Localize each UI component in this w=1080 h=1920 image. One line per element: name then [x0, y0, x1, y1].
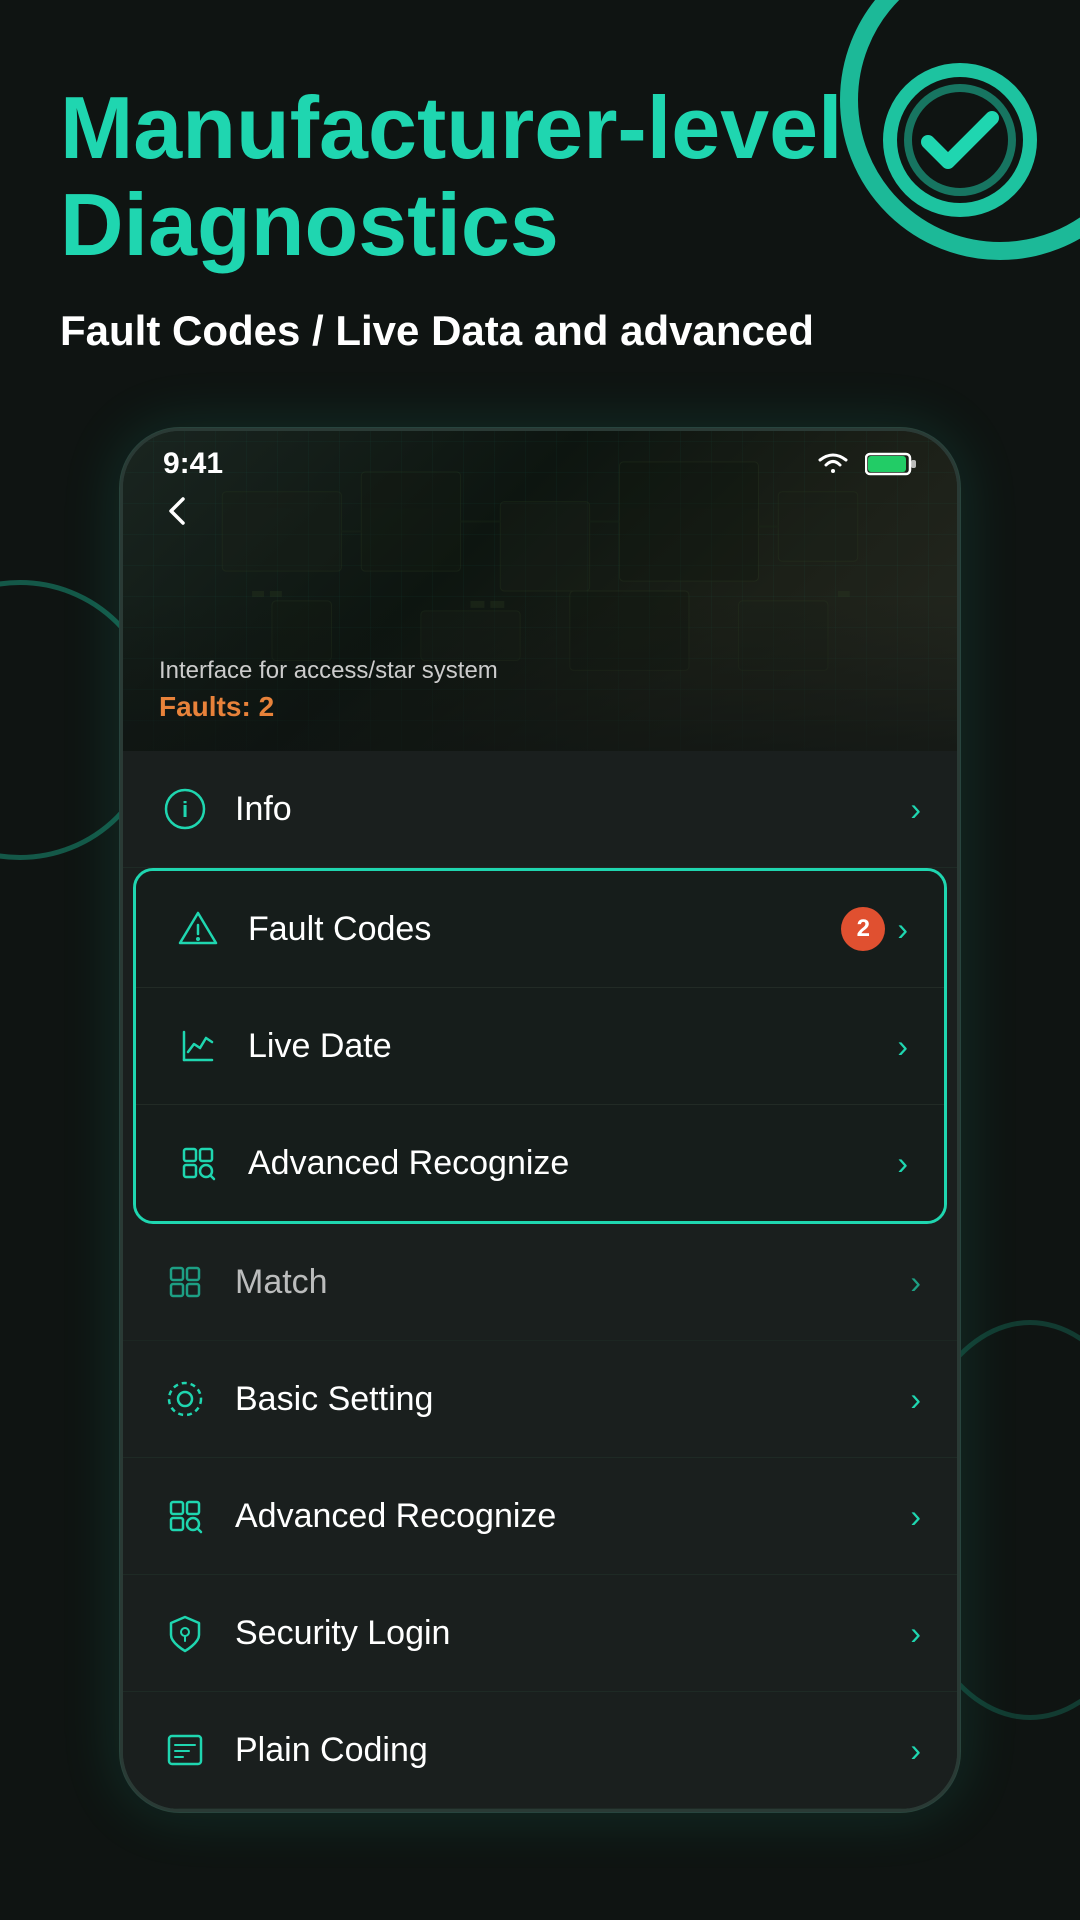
menu-label-plain-coding: Plain Coding [235, 1731, 910, 1770]
chevron-icon: › [910, 1381, 921, 1418]
scan-icon [172, 1137, 224, 1189]
menu-label-info: Info [235, 790, 910, 829]
menu-item-security-login[interactable]: Security Login › [123, 1575, 957, 1692]
menu-item-fault-codes[interactable]: Fault Codes 2 › [136, 871, 944, 988]
chevron-icon: › [910, 1615, 921, 1652]
menu-label-security-login: Security Login [235, 1614, 910, 1653]
scan-icon-2 [159, 1490, 211, 1542]
settings-icon [159, 1373, 211, 1425]
menu-item-advanced-recognize-2[interactable]: Advanced Recognize › [123, 1458, 957, 1575]
status-time: 9:41 [163, 447, 223, 481]
chevron-icon: › [897, 1028, 908, 1065]
wifi-icon [815, 451, 851, 477]
main-title: Manufacturer-level Diagnostics [60, 80, 1020, 274]
back-button[interactable] [149, 481, 209, 541]
menu-item-basic-setting[interactable]: Basic Setting › [123, 1341, 957, 1458]
chart-icon [172, 1020, 224, 1072]
info-icon: i [159, 783, 211, 835]
hero-faults-text: Faults: 2 [159, 691, 498, 723]
menu-label-live-date: Live Date [248, 1027, 897, 1066]
status-bar: 9:41 [123, 431, 957, 489]
subtitle: Fault Codes / Live Data and advanced [60, 304, 1020, 359]
menu-label-match: Match [235, 1263, 910, 1302]
header-section: Manufacturer-level Diagnostics Fault Cod… [0, 0, 1080, 388]
menu-item-match[interactable]: Match › [123, 1224, 957, 1341]
fault-badge: 2 [841, 907, 885, 951]
menu-label-advanced-recognize: Advanced Recognize [248, 1144, 897, 1183]
match-icon [159, 1256, 211, 1308]
chevron-icon: › [910, 1498, 921, 1535]
menu-label-fault-codes: Fault Codes [248, 910, 841, 949]
chevron-icon: › [910, 791, 921, 828]
svg-text:i: i [182, 797, 188, 822]
menu-label-advanced-recognize-2: Advanced Recognize [235, 1497, 910, 1536]
chevron-icon: › [897, 1145, 908, 1182]
chevron-icon: › [897, 911, 908, 948]
menu-item-plain-coding[interactable]: Plain Coding › [123, 1692, 957, 1809]
highlight-group: Fault Codes 2 › Live Date › [133, 868, 947, 1224]
battery-icon [865, 451, 917, 477]
status-icons [815, 451, 917, 477]
menu-item-advanced-recognize[interactable]: Advanced Recognize › [136, 1105, 944, 1221]
menu-list: i Info › Fault Codes [123, 751, 957, 1809]
menu-item-info[interactable]: i Info › [123, 751, 957, 868]
chevron-icon: › [910, 1732, 921, 1769]
security-icon [159, 1607, 211, 1659]
hero-interface-text: Interface for access/star system [159, 657, 498, 685]
menu-label-basic-setting: Basic Setting [235, 1380, 910, 1419]
hero-text: Interface for access/star system Faults:… [159, 657, 498, 723]
hero-image: 9:41 [123, 431, 957, 751]
phone-mockup: 9:41 [120, 428, 960, 1812]
alert-icon [172, 903, 224, 955]
chevron-icon: › [910, 1264, 921, 1301]
menu-item-live-date[interactable]: Live Date › [136, 988, 944, 1105]
coding-icon [159, 1724, 211, 1776]
